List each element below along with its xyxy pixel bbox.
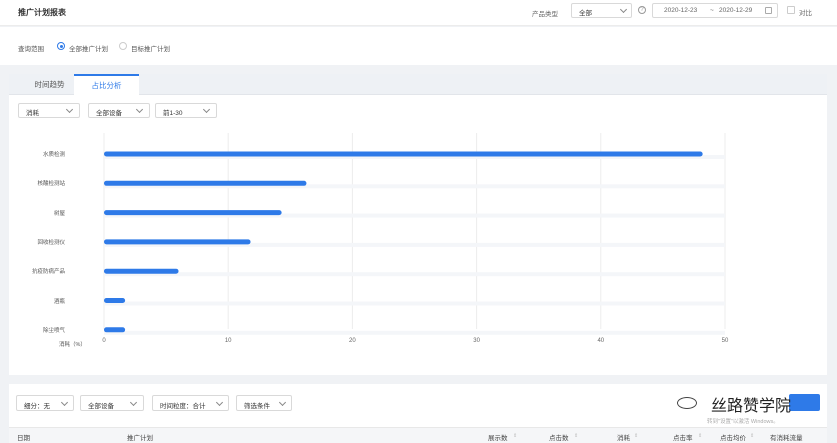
radio-target-plans-label[interactable]: 目标推广计划 [131,43,170,53]
calendar-icon [765,7,772,14]
bar[interactable] [104,180,307,186]
granularity-value: 时间粒度：合计 [160,403,206,410]
bar-track [104,272,725,277]
tab-time-trend[interactable]: 时间趋势 [17,74,82,95]
chevron-down-icon [619,5,628,14]
chevron-down-icon [65,105,74,114]
x-tick-label: 0 [102,338,106,344]
chevron-down-icon [129,398,138,407]
chevron-down-icon [60,398,69,407]
query-scope-row: 查询范围 全部推广计划 目标推广计划 [0,27,837,65]
breakdown-value: 细分：无 [24,403,50,410]
compare-checkbox[interactable] [787,6,795,14]
category-label: 树屋 [53,210,65,217]
bar[interactable] [104,327,126,333]
x-tick-label: 40 [597,338,604,344]
windows-activation-notice: 转到"设置"以激活 Windows。 [707,419,779,425]
radio-all-plans[interactable] [57,42,65,50]
analysis-panel: 时间趋势 占比分析 消耗 全部设备 前1-30 水质检测核酸检测站树屋回收检测仪… [9,74,827,375]
granularity-select[interactable]: 时间粒度：合计 [152,395,229,411]
category-label: 水质检测 [42,152,65,158]
table-device-value: 全部设备 [88,403,114,410]
product-type-label: 产品类型 [532,11,558,18]
category-label: 回收检测仪 [37,239,65,246]
scope-label: 查询范围 [18,46,44,53]
x-tick-label: 30 [473,338,480,344]
wechat-icon [677,397,697,409]
x-tick-label: 20 [349,338,356,344]
x-axis-label: 消耗（%） [59,342,86,348]
device-select-value: 全部设备 [96,110,122,117]
sort-icon[interactable]: ⇕ [750,433,754,439]
device-select[interactable]: 全部设备 [88,103,150,118]
sort-icon[interactable]: ⇕ [698,433,702,439]
chevron-down-icon [202,105,211,114]
table-header: 日期 推广计划 展示数 ⇕ 点击数 ⇕ 消耗 ⇕ 点击率 ⇕ 点击均价 ⇕ 有消… [9,427,827,443]
category-label: 抗疫防病产品 [31,269,65,276]
tab-share-analysis[interactable]: 占比分析 [74,74,139,95]
chevron-down-icon [215,398,224,407]
export-button[interactable] [789,394,820,411]
bar-chart: 0 10 20 30 40 50 [102,133,729,344]
chevron-down-icon [278,398,287,407]
bar[interactable] [104,151,703,157]
compare-label: 对比 [799,10,812,17]
col-ctr[interactable]: 点击率 [673,432,693,442]
conditions-select[interactable]: 筛选条件 [236,395,292,411]
product-type-value: 全部 [579,10,592,17]
col-clicks[interactable]: 点击数 [549,432,569,442]
date-end: 2020-12-29 [719,7,753,14]
x-tick-label: 50 [722,338,729,344]
breakdown-select[interactable]: 细分：无 [16,395,74,411]
tab-bar: 时间趋势 占比分析 [9,74,827,95]
category-label: 除尘喷气 [42,327,65,334]
rank-range-value: 前1-30 [163,110,183,117]
x-tick-label: 10 [225,338,232,344]
metric-select-value: 消耗 [26,110,39,117]
report-header: 推广计划报表 产品类型 全部 ? 2020-12-23 ~ 2020-12-29… [0,0,837,26]
sort-icon[interactable]: ⇕ [634,433,638,439]
bar-track [104,330,725,335]
table-device-select[interactable]: 全部设备 [80,395,144,411]
bar[interactable] [104,210,282,216]
chevron-down-icon [135,105,144,114]
col-avg-cpc[interactable]: 点击均价 [720,432,746,442]
radio-all-plans-label[interactable]: 全部推广计划 [69,43,108,53]
category-label: 核酸检测站 [37,181,65,188]
bar[interactable] [104,298,126,303]
bar[interactable] [104,239,251,245]
page-title: 推广计划报表 [18,8,66,17]
bar[interactable] [104,268,179,274]
radio-target-plans[interactable] [119,42,127,50]
category-label: 酒瓶 [53,298,65,305]
col-cost[interactable]: 消耗 [617,432,630,442]
col-impressions[interactable]: 展示数 [488,432,508,442]
watermark-text: 丝路赞学院 [711,396,792,415]
help-icon[interactable]: ? [638,6,646,14]
conditions-value: 筛选条件 [244,403,270,410]
date-start: 2020-12-23 [664,7,698,14]
rank-range-select[interactable]: 前1-30 [155,103,217,118]
col-paid-traffic[interactable]: 有消耗流量 [770,432,803,442]
col-plan[interactable]: 推广计划 [127,432,153,442]
col-date[interactable]: 日期 [17,432,30,442]
product-type-select[interactable]: 全部 [571,3,632,18]
date-range-picker[interactable]: 2020-12-23 ~ 2020-12-29 [652,3,778,18]
bar-track [104,301,725,306]
metric-select[interactable]: 消耗 [18,103,80,118]
date-separator: ~ [710,7,714,14]
sort-icon[interactable]: ⇕ [574,433,578,439]
detail-table-section: 细分：无 全部设备 时间粒度：合计 筛选条件 丝路赞学院 转到"设置"以激活 W… [9,384,827,443]
sort-icon[interactable]: ⇕ [513,433,517,439]
